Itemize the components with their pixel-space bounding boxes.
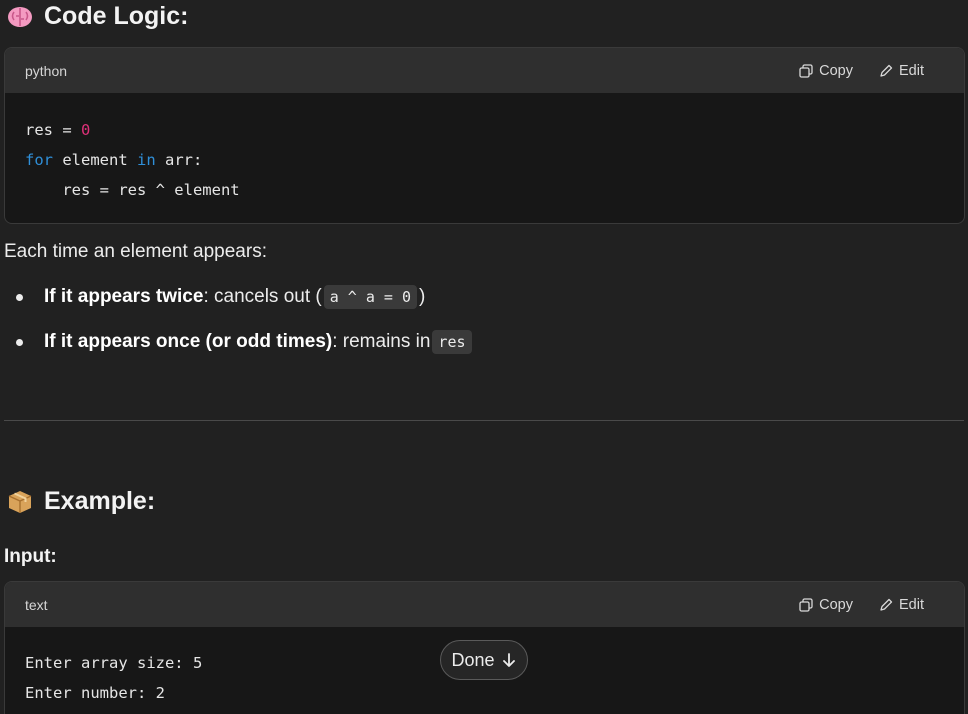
- edit-button[interactable]: Edit: [879, 597, 924, 613]
- section-divider: [4, 420, 964, 421]
- done-label: Done: [451, 649, 495, 670]
- section-title: Code Logic:: [44, 2, 189, 30]
- bullet-bold: If it appears twice: [44, 286, 204, 307]
- bullet-text: : remains in: [332, 331, 431, 352]
- copy-button[interactable]: Copy: [799, 63, 853, 79]
- list-item: If it appears twice: cancels out (a ^ a …: [16, 285, 425, 309]
- bullet-dot: [16, 293, 23, 301]
- code-line-1: res = 0: [25, 121, 90, 139]
- code-block-header: text Copy Edit: [5, 582, 964, 627]
- copy-icon: [799, 597, 813, 612]
- code-number: 0: [81, 121, 91, 139]
- inline-code: a ^ a = 0: [323, 285, 418, 309]
- edit-label: Edit: [899, 596, 924, 613]
- edit-label: Edit: [899, 62, 924, 79]
- copy-label: Copy: [819, 596, 853, 613]
- code-block-python: python Copy Edit res = 0 for element in …: [4, 47, 965, 224]
- code-token: element: [53, 151, 137, 169]
- input-label: Input:: [4, 546, 57, 567]
- pencil-icon: [880, 64, 893, 77]
- code-line-2: for element in arr:: [25, 151, 202, 169]
- bullet-dot: [16, 338, 23, 346]
- code-line-3: res = res ^ element: [25, 181, 240, 199]
- code-keyword: in: [137, 151, 156, 169]
- done-button[interactable]: Done: [440, 640, 528, 680]
- code-actions: Copy Edit: [799, 597, 944, 613]
- inline-code: res: [432, 330, 472, 354]
- code-line-1: Enter array size: 5: [25, 654, 203, 672]
- code-token: arr:: [155, 151, 203, 169]
- package-icon: [8, 490, 32, 513]
- code-block-header: python Copy Edit: [5, 48, 964, 93]
- arrow-down-icon: [502, 653, 515, 667]
- copy-label: Copy: [819, 62, 853, 79]
- section-heading-code-logic: Code Logic:: [6, 2, 188, 31]
- list-item: If it appears once (or odd times): remai…: [16, 330, 474, 354]
- code-language-label: python: [25, 62, 68, 79]
- section-title: Example:: [44, 487, 156, 515]
- pencil-icon: [880, 598, 893, 611]
- bullet-bold: If it appears once (or odd times): [44, 331, 333, 352]
- copy-button[interactable]: Copy: [799, 597, 853, 613]
- brain-icon: [8, 6, 32, 27]
- code-token: res =: [25, 121, 81, 139]
- code-content: res = 0 for element in arr: res = res ^ …: [5, 93, 964, 221]
- code-line-2: Enter number: 2: [25, 684, 165, 702]
- chat-page: Code Logic: python Copy Edit res = 0 for…: [0, 0, 968, 714]
- bullet-text: : cancels out (: [203, 286, 322, 307]
- code-actions: Copy Edit: [799, 63, 944, 79]
- copy-icon: [799, 63, 813, 78]
- explanation-intro: Each time an element appears:: [4, 241, 267, 262]
- code-keyword: for: [25, 151, 53, 169]
- bullet-tail: ): [419, 286, 426, 307]
- edit-button[interactable]: Edit: [879, 63, 924, 79]
- section-heading-example: Example:: [6, 487, 155, 516]
- code-language-label: text: [25, 596, 48, 613]
